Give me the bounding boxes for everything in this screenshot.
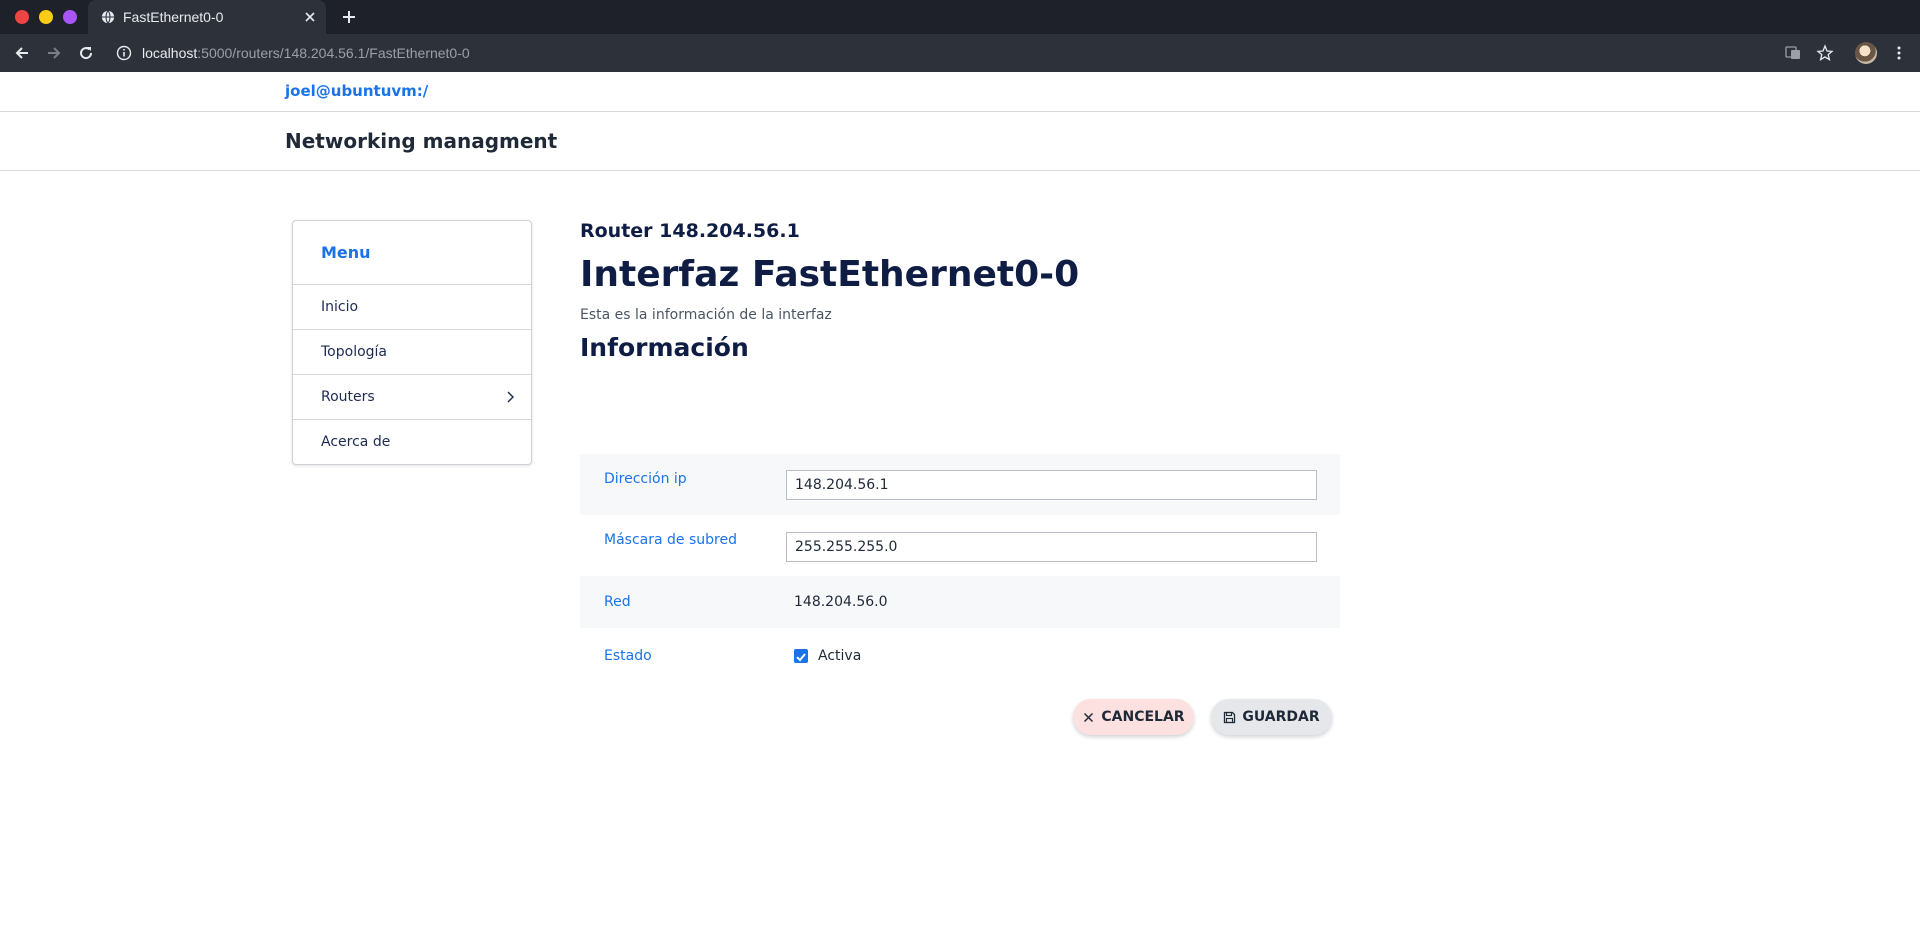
ip-label: Dirección ip bbox=[604, 471, 687, 487]
brand-title: Networking managment bbox=[285, 129, 558, 153]
ip-address-input[interactable] bbox=[786, 470, 1317, 500]
cancel-button-label: CANCELAR bbox=[1101, 709, 1185, 725]
state-label: Estado bbox=[604, 648, 652, 664]
mask-label: Máscara de subred bbox=[604, 532, 737, 548]
sidebar-item-inicio[interactable]: Inicio bbox=[293, 285, 531, 330]
menu-title: Menu bbox=[293, 221, 531, 285]
sidebar-item-topologia[interactable]: Topología bbox=[293, 330, 531, 375]
maximize-window-button[interactable] bbox=[63, 10, 77, 24]
section-title: Información bbox=[580, 333, 749, 362]
new-tab-icon[interactable] bbox=[340, 8, 358, 26]
cancel-button[interactable]: CANCELAR bbox=[1073, 699, 1194, 735]
save-icon bbox=[1224, 711, 1236, 723]
save-button-label: GUARDAR bbox=[1242, 709, 1320, 725]
translate-icon[interactable] bbox=[1784, 44, 1802, 62]
sidebar-item-label: Topología bbox=[321, 344, 388, 360]
sidebar-item-routers[interactable]: Routers bbox=[293, 375, 531, 420]
browser-tab[interactable]: FastEthernet0-0 bbox=[88, 0, 326, 34]
network-row: Red 148.204.56.0 bbox=[580, 576, 1340, 628]
user-link[interactable]: joel@ubuntuvm:/ bbox=[285, 82, 428, 100]
state-row: Estado Activa bbox=[580, 628, 1340, 680]
mask-row: Máscara de subred bbox=[580, 515, 1340, 576]
user-bar: joel@ubuntuvm:/ bbox=[0, 72, 1920, 112]
close-icon bbox=[1084, 712, 1094, 722]
active-label: Activa bbox=[818, 648, 862, 664]
sidebar-item-label: Inicio bbox=[321, 299, 359, 315]
reload-icon[interactable] bbox=[77, 44, 95, 62]
tab-title: FastEthernet0-0 bbox=[123, 9, 224, 25]
browser-toolbar: localhost:5000/routers/148.204.56.1/Fast… bbox=[0, 34, 1920, 72]
router-title: Router 148.204.56.1 bbox=[580, 220, 800, 242]
save-button[interactable]: GUARDAR bbox=[1211, 699, 1332, 735]
sidebar-item-label: Routers bbox=[321, 389, 375, 405]
bookmark-star-icon[interactable] bbox=[1816, 44, 1834, 62]
sidebar-menu: Menu Inicio Topología Routers Acerca de bbox=[292, 220, 532, 465]
brand-bar: Networking managment bbox=[0, 112, 1920, 171]
globe-icon bbox=[101, 10, 115, 24]
forward-arrow-icon[interactable] bbox=[45, 44, 63, 62]
browser-tab-bar: FastEthernet0-0 bbox=[0, 0, 1920, 34]
ip-row: Dirección ip bbox=[580, 454, 1340, 515]
url-path: :5000/routers/148.204.56.1/FastEthernet0… bbox=[197, 45, 470, 61]
more-options-icon[interactable] bbox=[1890, 44, 1908, 62]
back-arrow-icon[interactable] bbox=[13, 44, 31, 62]
page-description: Esta es la información de la interfaz bbox=[580, 307, 832, 323]
network-label: Red bbox=[604, 594, 631, 610]
subnet-mask-input[interactable] bbox=[786, 532, 1317, 562]
page: joel@ubuntuvm:/ Networking managment Men… bbox=[0, 72, 1920, 950]
network-value: 148.204.56.0 bbox=[794, 594, 888, 610]
checkmark-icon bbox=[796, 653, 806, 662]
profile-avatar[interactable] bbox=[1855, 42, 1877, 64]
chevron-right-icon bbox=[507, 391, 514, 403]
sidebar-item-label: Acerca de bbox=[321, 434, 391, 450]
site-info-icon[interactable] bbox=[116, 45, 132, 61]
close-tab-icon[interactable] bbox=[302, 9, 318, 25]
minimize-window-button[interactable] bbox=[39, 10, 53, 24]
close-window-button[interactable] bbox=[15, 10, 29, 24]
address-bar[interactable]: localhost:5000/routers/148.204.56.1/Fast… bbox=[142, 45, 470, 61]
interface-title: Interfaz FastEthernet0-0 bbox=[580, 254, 1080, 295]
url-host: localhost bbox=[142, 45, 198, 61]
active-checkbox[interactable] bbox=[794, 649, 808, 663]
sidebar-item-acerca-de[interactable]: Acerca de bbox=[293, 420, 531, 465]
